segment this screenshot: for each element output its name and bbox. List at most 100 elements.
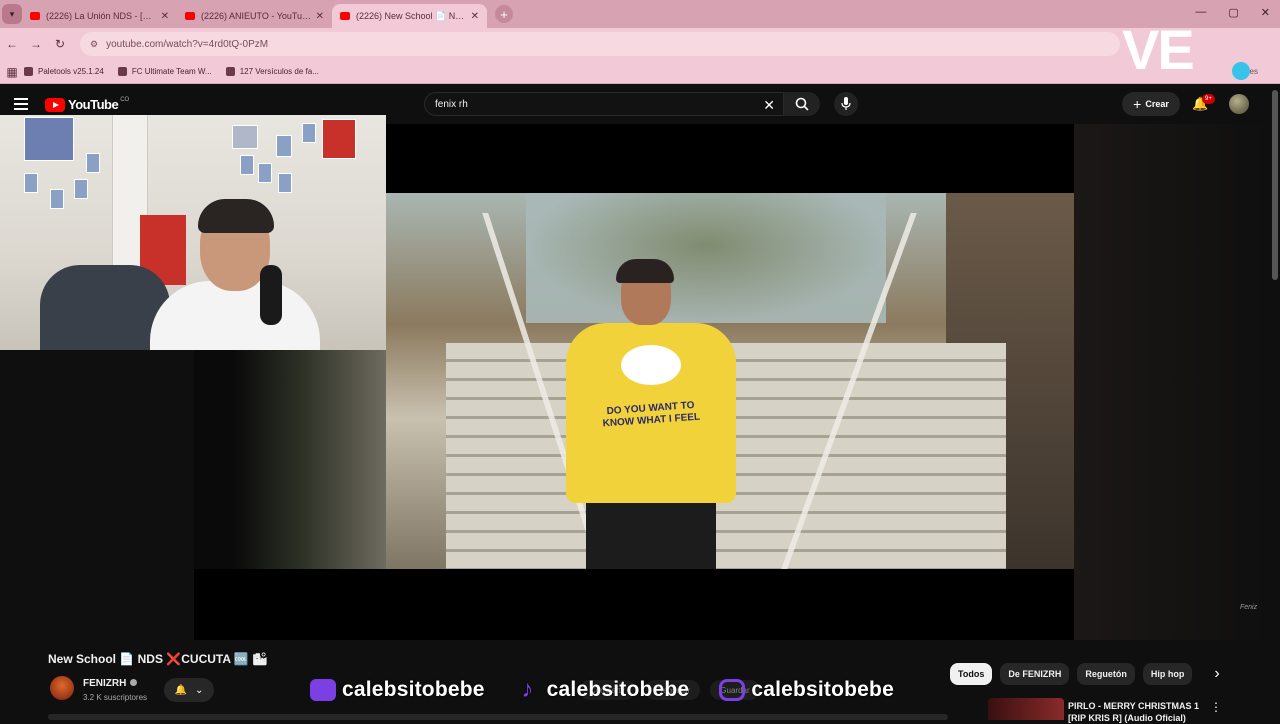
bookmark-item[interactable]: Paletools v25.1.24 xyxy=(24,67,104,76)
chip-de-fenizrh[interactable]: De FENIZRH xyxy=(1000,663,1070,685)
bookmark-item[interactable]: 127 Versículos de fa... xyxy=(225,67,319,76)
search-button[interactable] xyxy=(784,92,820,116)
create-button[interactable]: + Crear xyxy=(1122,92,1180,116)
comment-bar xyxy=(48,714,948,720)
youtube-wordmark: YouTube xyxy=(68,97,119,112)
bookmark-item[interactable]: FC Ultimate Team W... xyxy=(117,67,212,76)
channel-avatar[interactable] xyxy=(50,676,74,700)
chip-regueton[interactable]: Reguetón xyxy=(1077,663,1135,685)
youtube-favicon-icon xyxy=(185,12,195,20)
wall-poster xyxy=(278,173,292,193)
search-input[interactable]: fenix rh ✕ xyxy=(424,92,784,116)
account-avatar[interactable] xyxy=(1229,94,1249,114)
video-frame[interactable]: DO YOU WANT TO KNOW WHAT I FEEL xyxy=(386,193,1074,569)
page-scrollbar[interactable] xyxy=(1272,90,1278,280)
more-options-icon[interactable]: ⋮ xyxy=(1210,700,1222,714)
video-watermark: Feniz xyxy=(1240,604,1258,611)
voice-search-button[interactable] xyxy=(834,92,858,116)
url-input[interactable]: ⚙ youtube.com/watch?v=4rd0tQ-0PzM xyxy=(80,32,1120,56)
wall-poster xyxy=(258,163,272,183)
streamer-hair xyxy=(198,199,274,233)
bookmark-label: Paletools v25.1.24 xyxy=(38,67,104,76)
wall-poster xyxy=(86,153,100,173)
youtube-play-icon xyxy=(45,97,65,112)
tab-title: (2226) La Unión NDS - [Video… xyxy=(46,11,157,21)
wall-poster xyxy=(232,125,258,149)
instagram-handle: calebsitobebe xyxy=(719,678,894,702)
video-title-prefix: New School 📄 NDS xyxy=(48,652,163,666)
search-query: fenix rh xyxy=(435,98,468,110)
chevron-down-icon: ⌄ xyxy=(195,684,204,696)
subscription-bell-button[interactable]: 🔔 ⌄ xyxy=(164,678,214,702)
reload-icon[interactable]: ↻ xyxy=(48,37,72,51)
tab-close-icon[interactable]: ✕ xyxy=(161,11,169,22)
wall-poster xyxy=(50,189,64,209)
wall-poster xyxy=(24,173,38,193)
social-handle-text: calebsitobebe xyxy=(342,678,485,701)
video-performer: DO YOU WANT TO KNOW WHAT I FEEL xyxy=(566,259,736,569)
twitch-handle: calebsitobebe xyxy=(310,678,485,702)
video-frame-left-extension xyxy=(194,350,386,569)
performer-shirt: DO YOU WANT TO KNOW WHAT I FEEL xyxy=(566,323,736,503)
recommended-title[interactable]: PIRLO - MERRY CHRISTMAS 1 [RIP KRIS R] (… xyxy=(1068,700,1208,724)
browser-tab-strip: ▾ (2226) La Unión NDS - [Video… ✕ (2226)… xyxy=(0,0,1280,28)
wall-poster xyxy=(240,155,254,175)
tab-close-icon[interactable]: ✕ xyxy=(316,11,324,22)
microphone-icon xyxy=(841,97,851,110)
video-title-suffix: CUCUTA 🆒 🏙 xyxy=(181,652,268,666)
bookmark-favicon-icon xyxy=(24,67,33,76)
youtube-favicon-icon xyxy=(30,12,40,20)
forward-icon[interactable]: → xyxy=(24,37,48,51)
new-tab-button[interactable]: + xyxy=(495,5,513,23)
wall-poster xyxy=(322,119,356,159)
chip-hip-hop[interactable]: Hip hop xyxy=(1142,663,1193,685)
twitch-icon xyxy=(310,679,336,701)
menu-icon[interactable] xyxy=(14,98,28,113)
tiktok-icon: ♪ xyxy=(521,676,534,703)
youtube-logo[interactable]: YouTube CO xyxy=(45,97,129,112)
related-filter-chips: Todos De FENIZRH Reguetón Hip hop › xyxy=(950,663,1220,685)
webcam-streamer xyxy=(150,199,320,350)
instagram-icon xyxy=(719,679,746,701)
channel-name-text: FENIZRH xyxy=(83,678,127,689)
channel-name[interactable]: FENIZRH xyxy=(83,678,138,689)
apps-grid-icon[interactable]: ▦ xyxy=(0,65,24,79)
tab-search-chevron-icon[interactable]: ▾ xyxy=(2,4,22,24)
performer-pants xyxy=(586,503,716,569)
social-handle-text: calebsitobebe xyxy=(751,678,894,701)
window-controls: — ▢ ✕ xyxy=(1195,6,1270,19)
browser-tab[interactable]: (2226) La Unión NDS - [Video… ✕ xyxy=(22,4,177,28)
chip-todos[interactable]: Todos xyxy=(950,663,993,685)
bell-icon: 🔔 xyxy=(174,684,188,696)
webcam-overlay xyxy=(0,115,386,350)
streamer-logo-dot xyxy=(1232,62,1250,80)
country-code: CO xyxy=(120,96,130,103)
wall-poster xyxy=(276,135,292,157)
wall-poster xyxy=(24,117,74,161)
bookmark-label: FC Ultimate Team W... xyxy=(131,67,212,76)
maximize-icon[interactable]: ▢ xyxy=(1228,6,1238,19)
tiktok-handle: ♪ calebsitobebe xyxy=(515,676,690,703)
browser-tab-active[interactable]: (2226) New School 📄 NDS ✕ xyxy=(332,4,487,28)
stream-social-overlay: calebsitobebe ♪ calebsitobebe calebsitob… xyxy=(310,676,894,703)
video-title: New School 📄 NDS ❌CUCUTA 🆒 🏙 xyxy=(48,652,267,666)
performer-cap xyxy=(616,259,674,283)
close-window-icon[interactable]: ✕ xyxy=(1261,6,1270,19)
player-ambient-side xyxy=(1074,124,1270,640)
recommended-thumbnail[interactable] xyxy=(988,698,1064,720)
tab-close-icon[interactable]: ✕ xyxy=(471,11,479,22)
back-icon[interactable]: ← xyxy=(0,37,24,51)
clear-search-icon[interactable]: ✕ xyxy=(763,97,775,114)
site-info-icon[interactable]: ⚙ xyxy=(90,39,98,50)
plus-icon: + xyxy=(1133,96,1142,112)
chevron-right-icon[interactable]: › xyxy=(1214,665,1219,683)
minimize-icon[interactable]: — xyxy=(1195,6,1206,19)
video-title-cross: ❌ xyxy=(166,652,182,666)
subscriber-count: 3.2 K suscriptores xyxy=(83,693,148,702)
shirt-graphic xyxy=(621,345,681,385)
wall-poster xyxy=(302,123,316,143)
tab-title: (2226) ANIEUTO - YouTube xyxy=(201,11,312,21)
browser-tab[interactable]: (2226) ANIEUTO - YouTube ✕ xyxy=(177,4,332,28)
url-text: youtube.com/watch?v=4rd0tQ-0PzM xyxy=(106,38,269,50)
shirt-text: DO YOU WANT TO KNOW WHAT I FEEL xyxy=(602,399,701,430)
